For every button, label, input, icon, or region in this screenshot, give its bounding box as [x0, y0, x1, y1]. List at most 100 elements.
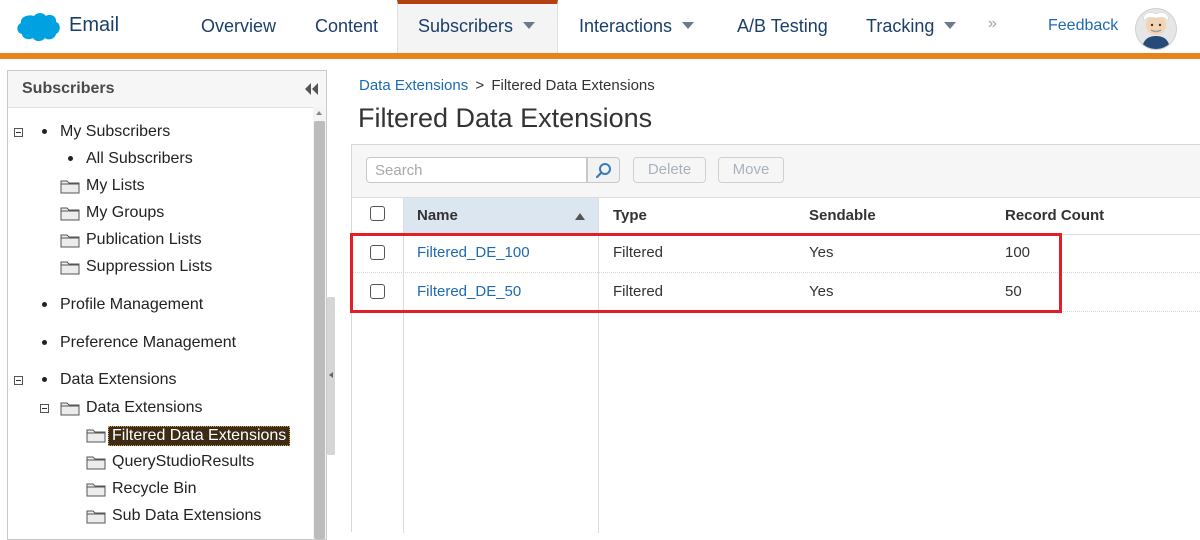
nav-subscribers-label: Subscribers: [418, 16, 514, 36]
scrollbar-thumb[interactable]: [314, 121, 325, 539]
page-title: Filtered Data Extensions: [358, 103, 653, 133]
breadcrumb-link-data-extensions[interactable]: Data Extensions: [359, 77, 468, 94]
collapse-toggle[interactable]: [40, 404, 49, 413]
nav-ab-testing[interactable]: A/B Testing: [737, 16, 828, 37]
tree-item-data-extensions-root[interactable]: Data Extensions: [8, 369, 308, 391]
tree-item-data-extensions-folder[interactable]: Data Extensions: [8, 397, 308, 419]
folder-icon: [86, 510, 106, 524]
column-header-sendable[interactable]: Sendable: [809, 198, 876, 234]
nav-interactions[interactable]: Interactions: [579, 16, 695, 37]
tree-item-querystudioresults[interactable]: QueryStudioResults: [8, 451, 308, 473]
column-header-label: Type: [613, 207, 647, 224]
nav-tracking-label: Tracking: [866, 16, 935, 36]
tree-item-label: My Lists: [86, 177, 145, 194]
tree-item-profile-management[interactable]: Profile Management: [8, 294, 308, 316]
feedback-link[interactable]: Feedback: [1048, 17, 1118, 35]
chevron-down-icon[interactable]: [523, 21, 536, 29]
bullet-icon: [42, 302, 47, 307]
folder-icon: [60, 180, 80, 194]
tree-item-my-subscribers[interactable]: My Subscribers: [8, 121, 308, 143]
tree-item-label: Recycle Bin: [112, 480, 197, 497]
column-header-type[interactable]: Type: [613, 198, 647, 234]
folder-icon: [60, 402, 80, 416]
tree-item-filtered-data-extensions[interactable]: Filtered Data Extensions: [8, 424, 308, 446]
chevron-down-icon[interactable]: [682, 21, 695, 29]
avatar[interactable]: [1135, 8, 1177, 50]
tree-item-label: My Subscribers: [60, 123, 171, 140]
delete-button[interactable]: Delete: [633, 157, 706, 183]
collapse-toggle[interactable]: [14, 128, 23, 137]
sidebar-scrollbar[interactable]: [313, 107, 326, 539]
collapse-arrow-icon[interactable]: [329, 372, 333, 378]
tree-item-label: Preference Management: [60, 334, 237, 351]
tree-item-label: Data Extensions: [86, 399, 203, 416]
tree-item-label: Profile Management: [60, 296, 204, 313]
more-nav-icon[interactable]: »: [988, 15, 997, 33]
folder-icon: [60, 234, 80, 248]
folder-icon: [60, 261, 80, 275]
tree-item-publication-lists[interactable]: Publication Lists: [8, 229, 308, 251]
tree-item-label: Suppression Lists: [86, 258, 213, 275]
search-button[interactable]: [587, 157, 620, 183]
tree-item-my-groups[interactable]: My Groups: [8, 202, 308, 224]
search-input[interactable]: [366, 157, 587, 183]
data-grid-panel: Delete Move Name Type Sendable Record Co…: [351, 144, 1200, 533]
folder-icon: [86, 456, 106, 470]
breadcrumb: Data Extensions > Filtered Data Extensio…: [359, 77, 655, 94]
nav-interactions-label: Interactions: [579, 16, 673, 36]
column-header-label: Record Count: [1005, 207, 1105, 224]
folder-icon: [60, 207, 80, 221]
tree-item-suppression-lists[interactable]: Suppression Lists: [8, 256, 308, 278]
sort-ascending-icon[interactable]: [575, 213, 585, 220]
tree-item-label: Data Extensions: [60, 371, 177, 388]
accent-bar: [0, 53, 1200, 59]
highlight-annotation-box: [350, 233, 1062, 313]
tree-item-label: Publication Lists: [86, 231, 202, 248]
tree-item-label: My Groups: [86, 204, 165, 221]
nav-overview[interactable]: Overview: [201, 16, 276, 37]
grid-header: Name Type Sendable Record Count: [352, 198, 1200, 235]
sidebar-title: Subscribers: [22, 80, 115, 97]
tree-item-label: All Subscribers: [86, 150, 193, 167]
column-header-label: Name: [417, 207, 458, 224]
sidebar-header: Subscribers: [8, 71, 326, 108]
panel-splitter[interactable]: [327, 297, 335, 455]
column-header-record-count[interactable]: Record Count: [1005, 198, 1104, 234]
nav-content[interactable]: Content: [315, 16, 378, 37]
tree-item-sub-data-extensions[interactable]: Sub Data Extensions: [8, 505, 308, 527]
bullet-icon: [42, 340, 47, 345]
bullet-icon: [42, 129, 47, 134]
breadcrumb-separator: >: [475, 77, 485, 94]
tree-item-preference-management[interactable]: Preference Management: [8, 332, 308, 354]
top-navigation: Email Overview Content Subscribers Inter…: [0, 0, 1200, 59]
nav-subscribers[interactable]: Subscribers: [418, 16, 536, 37]
bullet-icon: [68, 156, 73, 161]
move-button[interactable]: Move: [718, 157, 784, 183]
app-name[interactable]: Email: [69, 14, 119, 37]
tree-item-my-lists[interactable]: My Lists: [8, 175, 308, 197]
nav-tracking[interactable]: Tracking: [866, 16, 957, 37]
tree-item-label: Sub Data Extensions: [112, 507, 262, 524]
tree-item-recycle-bin[interactable]: Recycle Bin: [8, 478, 308, 500]
column-header-name[interactable]: Name: [404, 198, 598, 234]
folder-icon: [86, 483, 106, 497]
scroll-up-arrow-icon[interactable]: [316, 111, 322, 115]
chevron-down-icon[interactable]: [944, 21, 957, 29]
collapse-toggle[interactable]: [14, 376, 23, 385]
sidebar: Subscribers My Subscribers All Subscribe…: [7, 70, 327, 540]
breadcrumb-current: Filtered Data Extensions: [491, 77, 655, 94]
select-all-checkbox[interactable]: [370, 206, 385, 221]
nav-content-label: Content: [315, 16, 379, 36]
grid-toolbar: Delete Move: [352, 145, 1200, 198]
tree-item-all-subscribers[interactable]: All Subscribers: [8, 148, 308, 170]
search-icon: [595, 163, 611, 179]
folder-icon: [86, 429, 106, 443]
salesforce-cloud-logo[interactable]: [15, 11, 61, 43]
tree-item-label-selected: Filtered Data Extensions: [108, 426, 291, 446]
tree-item-label: QueryStudioResults: [112, 453, 255, 470]
nav-overview-label: Overview: [201, 16, 277, 36]
double-chevron-left-icon[interactable]: [303, 82, 319, 96]
user-avatar-icon: [1142, 12, 1170, 49]
bullet-icon: [42, 377, 47, 382]
column-header-label: Sendable: [809, 207, 876, 224]
